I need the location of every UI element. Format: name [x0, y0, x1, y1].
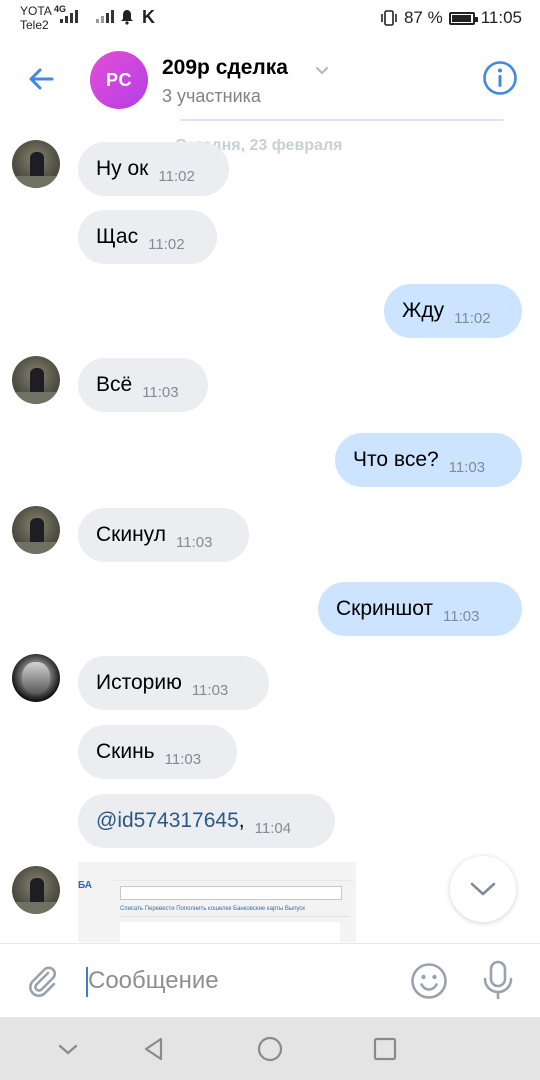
- message-time: 11:04: [254, 819, 292, 837]
- message-bubble-out[interactable]: Что все? 11:03: [335, 433, 522, 487]
- signal-icon: [60, 10, 78, 23]
- nav-back-icon[interactable]: [140, 1035, 168, 1063]
- battery-percent: 87 %: [403, 8, 443, 27]
- info-icon[interactable]: [482, 60, 518, 96]
- avatar[interactable]: [12, 866, 60, 914]
- mention-link[interactable]: @id574317645: [96, 809, 239, 833]
- scroll-down-button[interactable]: [450, 856, 516, 922]
- message-text: Всё: [96, 373, 133, 396]
- vibrate-icon: [381, 10, 397, 26]
- message-time: 11:03: [164, 750, 202, 768]
- nav-recents-icon[interactable]: [371, 1035, 399, 1063]
- clock: 11:05: [480, 8, 522, 27]
- screenshot-attachment[interactable]: БА Списать Перевести Пополнить кошелек Б…: [78, 862, 356, 942]
- carrier-labels: YOTA Tele2: [20, 4, 52, 32]
- thumb-card: [120, 922, 340, 942]
- system-nav-bar: [0, 1017, 540, 1080]
- message-composer: [0, 943, 540, 1018]
- message-time: 11:03: [443, 607, 480, 625]
- thumb-search: [120, 886, 342, 900]
- chevron-down-icon: [470, 882, 496, 896]
- chevron-down-icon[interactable]: [314, 63, 330, 79]
- chat-header: PC 209р сделка 3 участника: [0, 40, 540, 120]
- message-text: Скинь: [96, 740, 155, 763]
- message-time: 11:03: [448, 458, 486, 476]
- status-bar: YOTA Tele2 4G K 87 % 11:05: [0, 0, 540, 40]
- nav-home-icon[interactable]: [256, 1035, 284, 1063]
- message-text: Историю: [96, 671, 182, 694]
- status-right: 87 % 11:05: [380, 8, 522, 28]
- message-bubble-in[interactable]: @id574317645 , 11:04: [78, 794, 335, 848]
- hide-keyboard-icon[interactable]: [54, 1035, 82, 1063]
- avatar[interactable]: [12, 506, 60, 554]
- message-time: 11:03: [175, 533, 213, 551]
- chat-title[interactable]: 209р сделка: [162, 56, 288, 80]
- smile-icon[interactable]: [410, 962, 448, 1000]
- signal-icon-2: [96, 10, 114, 23]
- message-bubble-in[interactable]: Скинул 11:03: [78, 508, 249, 562]
- message-time: 11:02: [148, 235, 185, 253]
- k-icon: K: [142, 7, 155, 27]
- message-text: Ну ок: [96, 157, 149, 180]
- message-text: ,: [238, 809, 245, 832]
- thumb-tabs: Списать Перевести Пополнить кошелек Банк…: [120, 906, 350, 917]
- message-bubble-in[interactable]: Всё 11:03: [78, 358, 208, 412]
- chat-avatar[interactable]: PC: [90, 51, 148, 109]
- carrier-yota: YOTA: [20, 4, 52, 18]
- message-bubble-out[interactable]: Жду 11:02: [384, 284, 522, 338]
- bell-muted-icon: [121, 10, 133, 25]
- message-time: 11:03: [191, 681, 229, 699]
- message-bubble-in[interactable]: Ну ок 11:02: [78, 142, 229, 196]
- message-bubble-in[interactable]: Историю 11:03: [78, 656, 269, 710]
- message-text: Что все?: [353, 448, 439, 471]
- avatar[interactable]: [12, 140, 60, 188]
- avatar[interactable]: [12, 654, 60, 702]
- thumb-topbar: [114, 866, 354, 881]
- message-bubble-out[interactable]: Скриншот 11:03: [318, 582, 522, 636]
- message-bubble-in[interactable]: Скинь 11:03: [78, 725, 237, 779]
- message-text: Скриншот: [336, 597, 434, 620]
- message-text: Жду: [402, 299, 445, 322]
- paperclip-icon[interactable]: [24, 962, 60, 998]
- chat-subtitle: 3 участника: [162, 86, 261, 106]
- battery-icon: [448, 11, 478, 25]
- message-input[interactable]: [88, 961, 388, 1001]
- avatar[interactable]: [12, 356, 60, 404]
- battery-fill: [451, 14, 471, 22]
- message-bubble-in[interactable]: Щас 11:02: [78, 210, 217, 264]
- message-text: Скинул: [96, 523, 166, 546]
- thumb-logo: БА: [78, 880, 93, 891]
- carrier-tele2: Tele2: [20, 18, 49, 32]
- message-time: 11:02: [158, 167, 195, 185]
- message-time: 11:03: [142, 383, 179, 401]
- pinned-bar-edge: [180, 119, 504, 121]
- arrow-left-icon[interactable]: [26, 64, 56, 94]
- message-text: Щас: [96, 225, 139, 248]
- microphone-icon[interactable]: [480, 960, 516, 1000]
- message-time: 11:02: [454, 309, 491, 327]
